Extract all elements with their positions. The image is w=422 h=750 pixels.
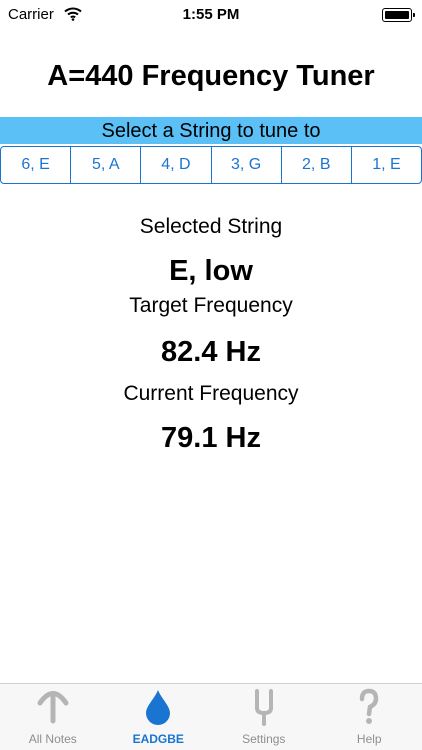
tab-eadgbe[interactable]: EADGBE: [106, 684, 212, 750]
current-frequency-value: 79.1 Hz: [161, 422, 261, 454]
selected-string-label: Selected String: [139, 215, 283, 238]
string-button-3[interactable]: 3, G: [212, 147, 282, 183]
tab-settings-label: Settings: [242, 732, 286, 746]
string-button-6[interactable]: 6, E: [1, 147, 72, 183]
tab-help[interactable]: Help: [317, 684, 422, 750]
status-bar: Carrier 1:55 PM: [0, 0, 422, 30]
string-button-4[interactable]: 4, D: [141, 147, 212, 183]
tab-eadgbe-label: EADGBE: [132, 732, 184, 746]
string-button-5[interactable]: 5, A: [71, 147, 142, 183]
tuning-fork-curve-icon: [33, 688, 73, 729]
battery-icon: [382, 8, 415, 22]
tab-all-notes-label: All Notes: [28, 732, 77, 746]
select-string-banner: Select a String to tune to: [0, 117, 422, 144]
tab-settings[interactable]: Settings: [211, 684, 317, 750]
page-title: A=440 Frequency Tuner: [47, 60, 375, 92]
drop-icon: [143, 688, 173, 731]
tab-bar: All Notes EADGBE Settings Help: [0, 683, 422, 750]
current-frequency-label: Current Frequency: [123, 382, 299, 405]
string-button-1[interactable]: 1, E: [352, 147, 421, 183]
question-icon: [354, 688, 384, 731]
target-frequency-label: Target Frequency: [129, 294, 293, 317]
tab-help-label: Help: [356, 732, 382, 746]
status-time: 1:55 PM: [182, 6, 240, 23]
string-selector: 6, E 5, A 4, D 3, G 2, B 1, E: [0, 146, 422, 184]
target-frequency-value: 82.4 Hz: [161, 336, 261, 368]
string-button-2[interactable]: 2, B: [282, 147, 352, 183]
tuning-fork-icon: [249, 688, 279, 731]
tab-all-notes[interactable]: All Notes: [0, 684, 106, 750]
selected-string-value: E, low: [169, 255, 253, 287]
